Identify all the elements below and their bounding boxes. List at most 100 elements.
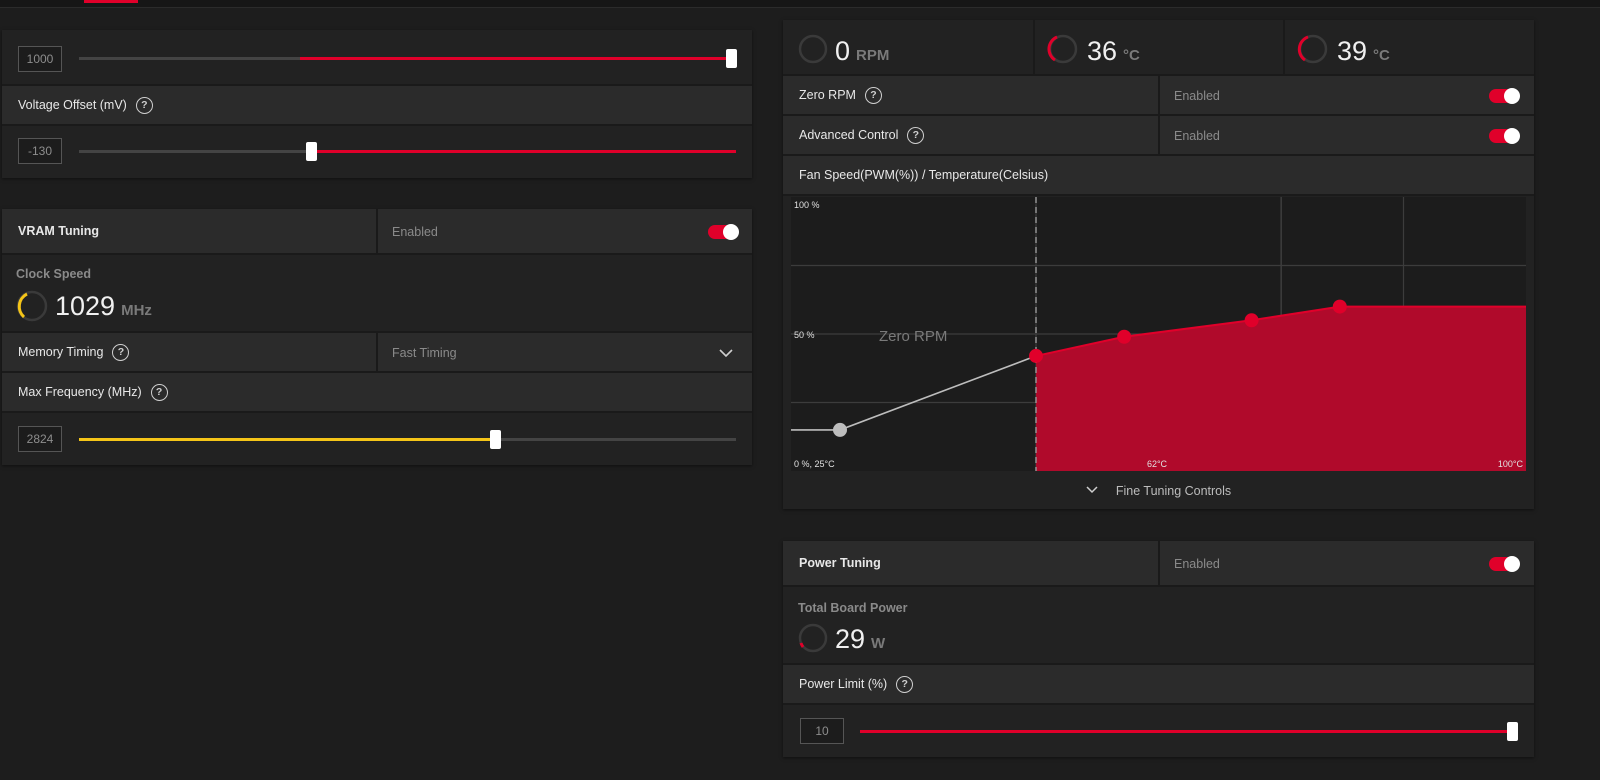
zero-rpm-point <box>833 422 847 437</box>
fan-rpm-value: 0 <box>835 36 851 66</box>
max-frequency-slider-row: 2824 <box>2 413 752 465</box>
vram-title: VRAM Tuning <box>18 224 99 238</box>
clock-speed-gauge-icon <box>16 290 48 322</box>
zero-rpm-state: Enabled <box>1174 89 1220 103</box>
power-limit-value-box[interactable]: 10 <box>800 718 844 744</box>
power-header-row: Power Tuning Enabled <box>783 541 1534 587</box>
help-icon[interactable]: ? <box>896 675 914 693</box>
memory-timing-row[interactable]: Memory Timing? Fast Timing <box>2 333 752 373</box>
top-slider-thumb[interactable] <box>726 49 737 68</box>
fine-tuning-controls-label: Fine Tuning Controls <box>1115 483 1232 498</box>
power-tuning-card: Power Tuning Enabled Total Board Power 2… <box>783 541 1534 757</box>
temp2-gauge-icon <box>1297 34 1328 64</box>
x-label-mid: 62°C <box>1147 459 1168 469</box>
power-title: Power Tuning <box>799 556 881 570</box>
power-limit-label: Power Limit (%)? <box>783 675 914 693</box>
voltage-slider-row: -130 <box>2 126 752 178</box>
help-icon[interactable]: ? <box>112 343 130 361</box>
temp2-value: 39 <box>1337 36 1368 66</box>
divider <box>1283 20 1285 74</box>
divider <box>376 209 378 253</box>
fan-chart-title: Fan Speed(PWM(%)) / Temperature(Celsius) <box>799 168 1049 182</box>
voltage-slider-fill <box>312 150 736 153</box>
max-frequency-value-box[interactable]: 2824 <box>18 426 62 452</box>
zero-rpm-label: Zero RPM? <box>783 86 882 104</box>
clock-speed-unit: MHz <box>121 302 152 319</box>
top-nav-bar <box>0 0 1600 8</box>
divider <box>1158 76 1160 114</box>
temp1-value: 36 <box>1087 36 1118 66</box>
advanced-control-row: Advanced Control? Enabled <box>783 116 1534 156</box>
fan-rpm-gauge-icon <box>798 34 828 64</box>
fan-tuning-card: 0 RPM 36 °C 39 °C Zero RPM? Enabled Adva… <box>783 20 1534 509</box>
total-board-power-row: Total Board Power 29 W <box>783 587 1534 665</box>
divider <box>1158 116 1160 154</box>
help-icon[interactable]: ? <box>907 126 925 144</box>
max-frequency-thumb[interactable] <box>490 430 501 449</box>
memory-timing-value[interactable]: Fast Timing <box>392 346 457 360</box>
fan-metrics-row: 0 RPM 36 °C 39 °C <box>783 20 1534 76</box>
fan-curve-point-1 <box>1117 329 1132 344</box>
fan-curve-chart[interactable]: 100 % 50 % 0 %, 25°C 62°C 100°C Zero RPM <box>791 197 1526 471</box>
top-slider-row: 1000 <box>2 30 752 86</box>
x-label-max: 100°C <box>1498 459 1524 469</box>
total-board-power-value: 29 <box>835 624 866 654</box>
fan-rpm-metric: 0 RPM <box>835 36 889 67</box>
temp2-unit: °C <box>1373 47 1390 64</box>
temp1-metric: 36 °C <box>1087 36 1140 67</box>
clock-speed-metric: 1029 MHz <box>55 291 152 322</box>
chevron-down-icon[interactable] <box>719 348 733 358</box>
divider <box>1158 541 1160 585</box>
max-frequency-label: Max Frequency (MHz)? <box>2 383 168 401</box>
vram-state: Enabled <box>392 225 438 239</box>
voltage-slider-thumb[interactable] <box>306 142 317 161</box>
vram-header-row: VRAM Tuning Enabled <box>2 209 752 255</box>
memory-timing-label: Memory Timing? <box>2 343 130 361</box>
max-frequency-fill <box>79 438 495 441</box>
top-slider-value-box[interactable]: 1000 <box>18 46 62 72</box>
advanced-control-label: Advanced Control? <box>783 126 925 144</box>
max-frequency-row: Max Frequency (MHz)? <box>2 373 752 413</box>
temp2-metric: 39 °C <box>1337 36 1390 67</box>
total-board-power-title: Total Board Power <box>798 601 908 615</box>
fan-chart-title-row: Fan Speed(PWM(%)) / Temperature(Celsius) <box>783 156 1534 196</box>
total-board-power-metric: 29 W <box>835 624 885 655</box>
help-icon[interactable]: ? <box>150 383 168 401</box>
fan-curve-point-2 <box>1244 313 1259 328</box>
fine-tuning-controls-toggle[interactable]: Fine Tuning Controls <box>783 472 1534 509</box>
active-tab-indicator <box>84 0 138 3</box>
divider <box>376 333 378 371</box>
power-limit-slider-row: 10 <box>783 705 1534 757</box>
y-label-mid: 50 % <box>794 330 815 340</box>
fan-curve-point-3 <box>1332 299 1347 314</box>
voltage-offset-label: Voltage Offset (mV)? <box>2 96 153 114</box>
origin-label: 0 %, 25°C <box>794 459 835 469</box>
clock-speed-value: 1029 <box>55 291 116 321</box>
power-limit-row: Power Limit (%)? <box>783 665 1534 705</box>
power-limit-thumb[interactable] <box>1507 722 1518 741</box>
zero-rpm-row: Zero RPM? Enabled <box>783 76 1534 116</box>
power-toggle[interactable] <box>1489 556 1520 572</box>
divider <box>1033 20 1035 74</box>
power-limit-fill <box>860 730 1517 733</box>
advanced-control-state: Enabled <box>1174 129 1220 143</box>
vram-tuning-card: VRAM Tuning Enabled Clock Speed 1029 MHz… <box>2 209 752 465</box>
help-icon[interactable]: ? <box>135 96 153 114</box>
fan-rpm-unit: RPM <box>856 47 890 64</box>
clock-speed-row: Clock Speed 1029 MHz <box>2 255 752 333</box>
top-slider-fill <box>300 57 736 60</box>
temp1-unit: °C <box>1123 47 1140 64</box>
zero-rpm-toggle[interactable] <box>1489 88 1520 104</box>
voltage-value-box[interactable]: -130 <box>18 138 62 164</box>
chevron-down-icon <box>1086 485 1098 497</box>
help-icon[interactable]: ? <box>864 86 882 104</box>
power-state: Enabled <box>1174 557 1220 571</box>
y-label-top: 100 % <box>794 200 820 210</box>
zero-rpm-annotation: Zero RPM <box>879 328 947 345</box>
temp1-gauge-icon <box>1047 34 1078 64</box>
vram-toggle[interactable] <box>708 224 739 240</box>
advanced-control-toggle[interactable] <box>1489 128 1520 144</box>
total-board-power-unit: W <box>871 635 886 652</box>
board-power-gauge-icon <box>798 623 828 653</box>
fan-curve-point-0 <box>1029 348 1043 363</box>
